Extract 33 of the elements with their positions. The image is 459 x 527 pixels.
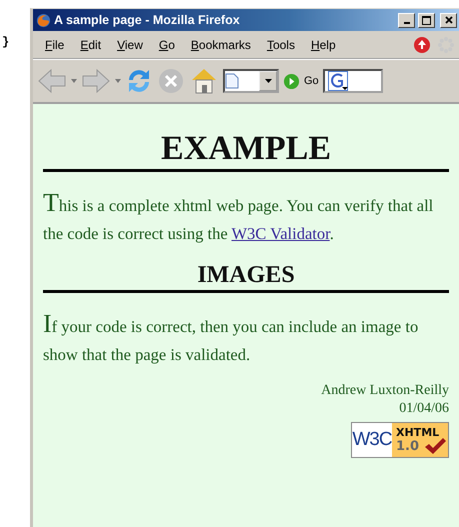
paragraph: This is a complete xhtml web page. You can verify that all the code is correct using the W3C Validator. bbox=[43, 187, 434, 246]
menu-item[interactable]: File bbox=[39, 36, 70, 54]
go-icon[interactable] bbox=[283, 72, 300, 90]
menu-item[interactable]: Help bbox=[304, 36, 342, 54]
author-name: Andrew Luxton-Reilly bbox=[321, 383, 449, 399]
close-icon bbox=[444, 16, 452, 24]
minimize-button[interactable] bbox=[398, 12, 415, 28]
search-engine-icon bbox=[328, 71, 348, 91]
validator-link[interactable]: W3C Validator bbox=[231, 224, 330, 244]
address-field[interactable] bbox=[223, 69, 279, 93]
maximize-icon bbox=[422, 16, 431, 24]
date-text: 01/04/06 bbox=[399, 401, 449, 417]
close-button[interactable] bbox=[440, 12, 457, 28]
code-brace: } bbox=[2, 35, 10, 49]
menu-item[interactable]: Tools bbox=[260, 36, 301, 54]
page-heading: EXAMPLE bbox=[43, 130, 449, 172]
menu-item[interactable]: Bookmarks bbox=[184, 36, 257, 54]
go-button[interactable]: Go bbox=[304, 75, 319, 87]
menu-item[interactable]: Edit bbox=[74, 36, 108, 54]
caret-icon[interactable] bbox=[71, 79, 77, 83]
paragraph: If your code is correct, then you can include an image to show that the page is validated. bbox=[43, 308, 420, 366]
dropdown-button[interactable] bbox=[259, 71, 277, 91]
update-alert-icon[interactable] bbox=[413, 36, 431, 54]
maximize-button[interactable] bbox=[418, 12, 435, 28]
window-title: A sample page - Mozilla Firefox bbox=[54, 13, 241, 27]
caret-icon[interactable] bbox=[115, 79, 121, 83]
menu-item[interactable]: View bbox=[111, 36, 149, 54]
fox-globe-icon bbox=[36, 12, 51, 28]
search-field[interactable] bbox=[322, 69, 383, 93]
page-heading: IMAGES bbox=[43, 262, 449, 294]
caret-icon bbox=[264, 79, 272, 83]
page-icon bbox=[225, 73, 239, 89]
menu-item[interactable]: Go bbox=[152, 36, 181, 54]
